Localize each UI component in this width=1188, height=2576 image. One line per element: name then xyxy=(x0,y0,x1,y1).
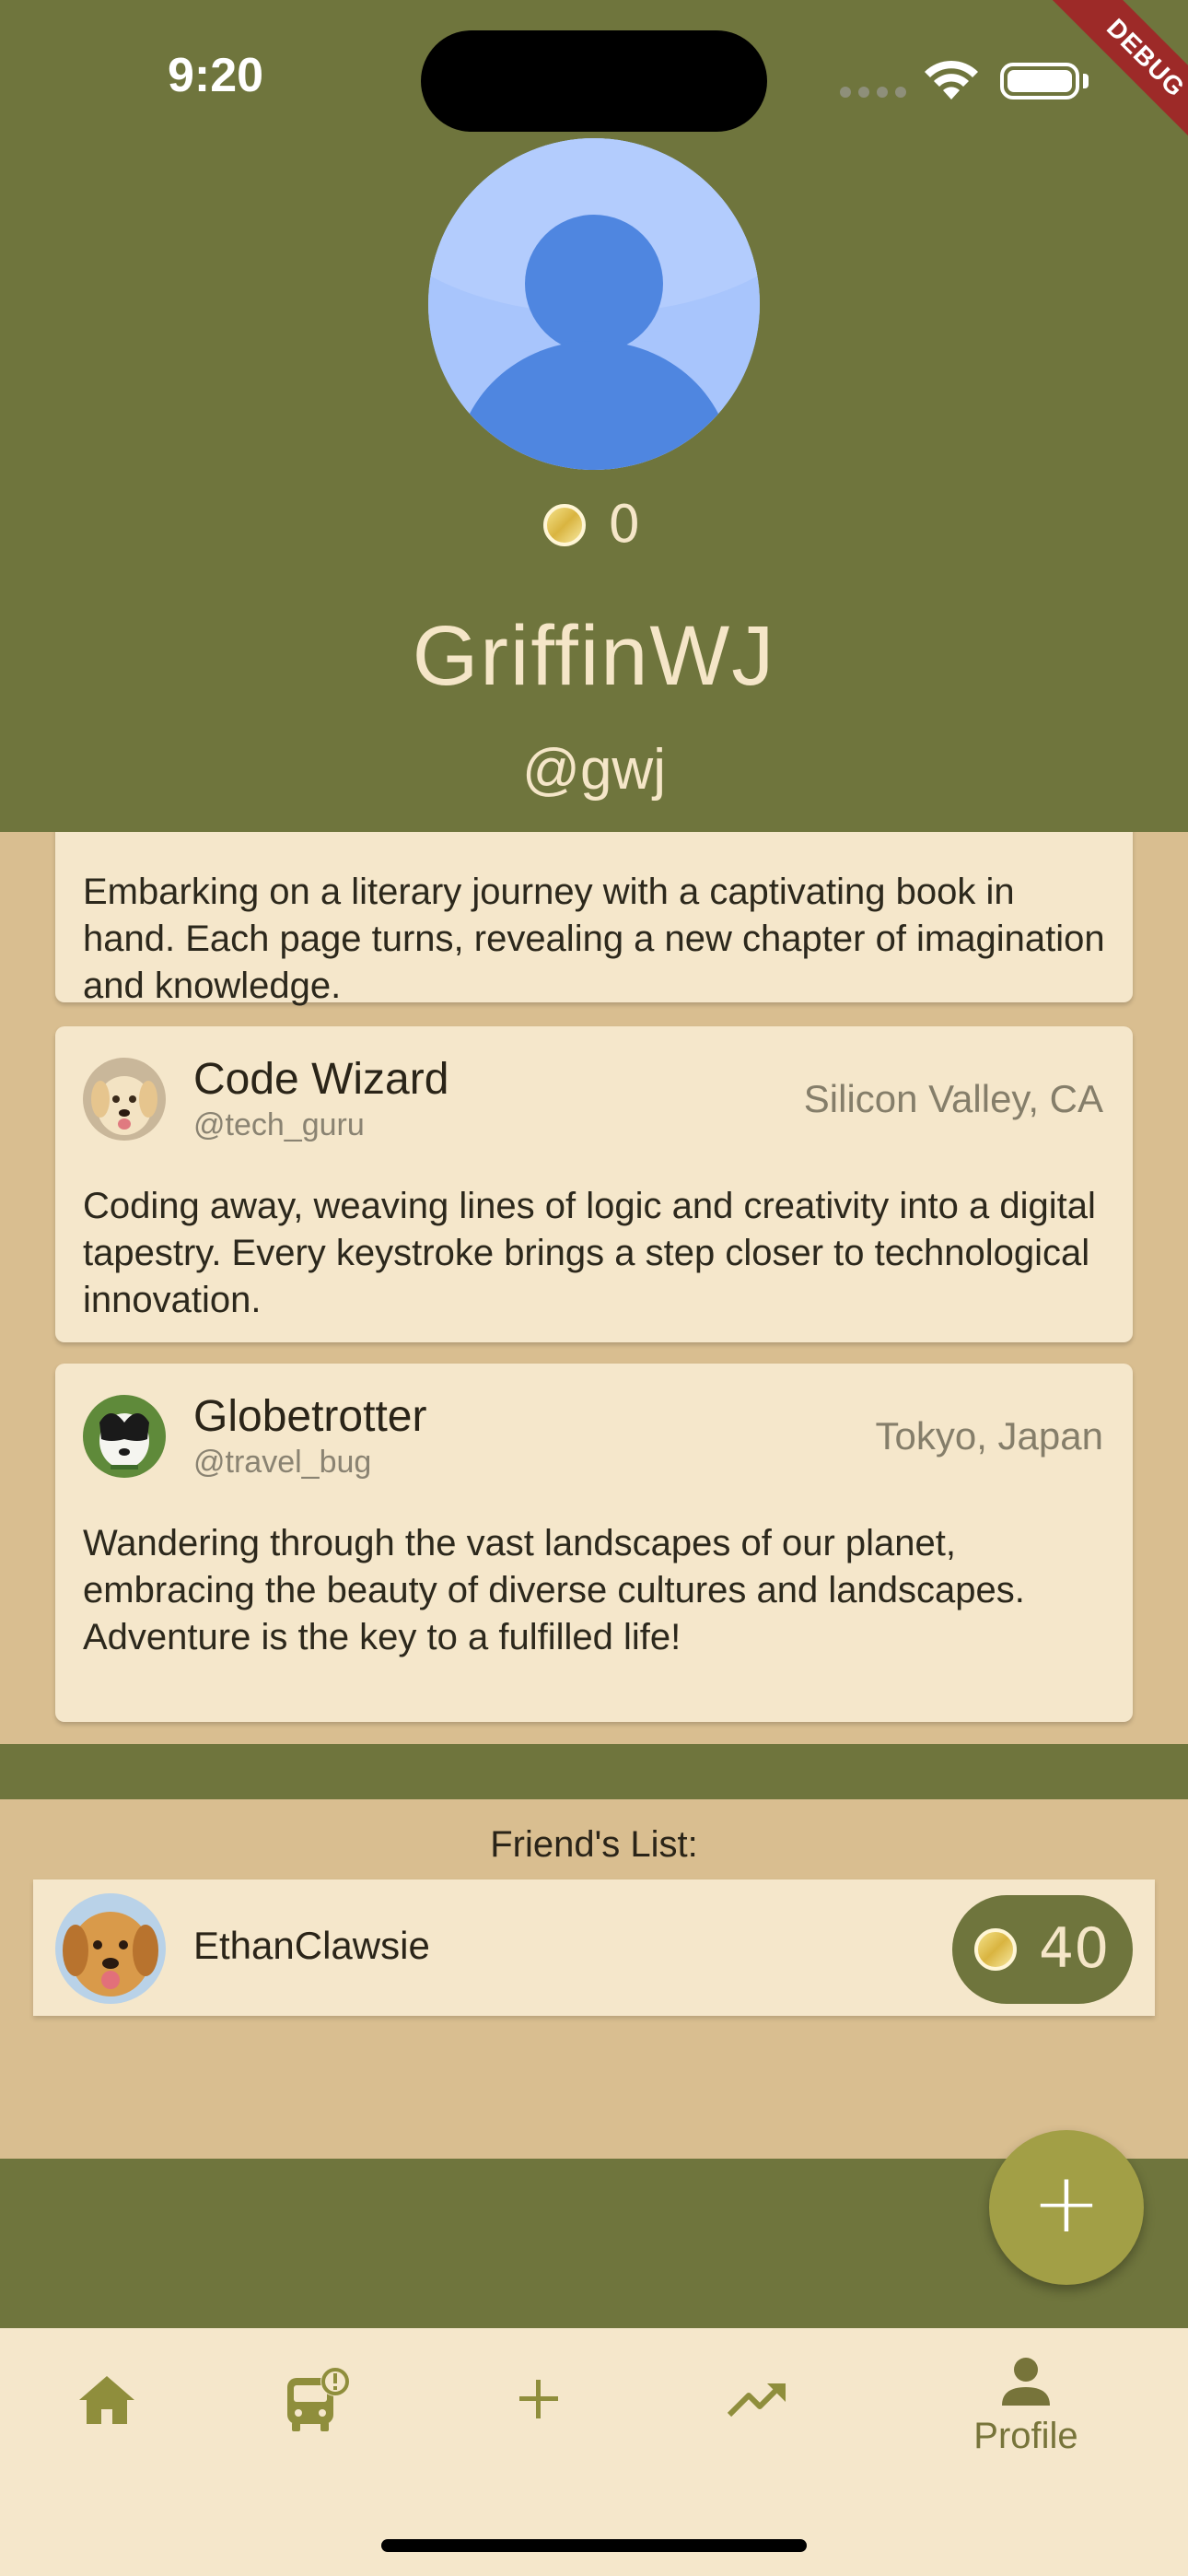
post-location: Tokyo, Japan xyxy=(875,1414,1104,1458)
home-icon xyxy=(79,2376,134,2424)
posts-feed[interactable]: Embarking on a literary journey with a c… xyxy=(0,832,1188,1744)
post-avatar xyxy=(83,1395,166,1478)
add-fab-button[interactable]: + xyxy=(989,2130,1144,2285)
profile-avatar[interactable] xyxy=(428,138,760,470)
post-text: Wandering through the vast landscapes of… xyxy=(83,1523,1025,1657)
plus-icon: + xyxy=(1031,2155,1101,2252)
nav-item-home[interactable] xyxy=(33,2328,181,2466)
status-time: 9:20 xyxy=(168,49,264,102)
bus-alert-icon xyxy=(287,2367,350,2431)
post-card[interactable]: Code Wizard @tech_guru Silicon Valley, C… xyxy=(55,1026,1133,1342)
post-avatar xyxy=(83,1058,166,1141)
dynamic-island xyxy=(421,30,767,132)
friend-coin-count: 40 xyxy=(1039,1916,1110,1981)
coin-icon xyxy=(974,1928,1017,1971)
nav-item-transit-alerts[interactable] xyxy=(245,2328,392,2466)
post-text: Coding away, weaving lines of logic and … xyxy=(83,1186,1096,1320)
nav-item-profile[interactable]: Profile xyxy=(952,2328,1100,2466)
post-location: Silicon Valley, CA xyxy=(803,1077,1103,1120)
profile-coin-count: 0 xyxy=(608,495,641,555)
battery-icon xyxy=(1000,63,1079,100)
friend-avatar xyxy=(55,1893,166,2004)
person-icon xyxy=(1002,2358,1050,2406)
wifi-icon xyxy=(925,60,978,100)
friend-name: EthanClawsie xyxy=(193,1924,430,1967)
post-author-name: Globetrotter xyxy=(193,1392,427,1441)
nav-label-profile: Profile xyxy=(973,2416,1078,2456)
post-author-name: Code Wizard xyxy=(193,1055,449,1104)
profile-username: GriffinWJ xyxy=(412,609,776,703)
profile-handle: @gwj xyxy=(522,738,666,802)
nav-item-trending[interactable] xyxy=(683,2328,831,2466)
coin-icon xyxy=(543,504,586,546)
post-text: Embarking on a literary journey with a c… xyxy=(83,872,1105,1006)
add-icon xyxy=(519,2380,558,2418)
person-placeholder-icon xyxy=(428,138,760,470)
nav-item-add[interactable] xyxy=(465,2328,612,2466)
cellular-signal-icon xyxy=(840,87,906,98)
post-author-handle: @tech_guru xyxy=(193,1107,365,1142)
post-card[interactable]: Embarking on a literary journey with a c… xyxy=(55,832,1133,1006)
battery-cap xyxy=(1083,74,1089,88)
post-card[interactable]: Globetrotter @travel_bug Tokyo, Japan Wa… xyxy=(55,1364,1133,1722)
home-indicator[interactable] xyxy=(381,2539,807,2552)
friends-list-title: Friend's List: xyxy=(490,1824,698,1865)
post-author-handle: @travel_bug xyxy=(193,1445,372,1480)
trending-up-icon xyxy=(727,2383,786,2418)
